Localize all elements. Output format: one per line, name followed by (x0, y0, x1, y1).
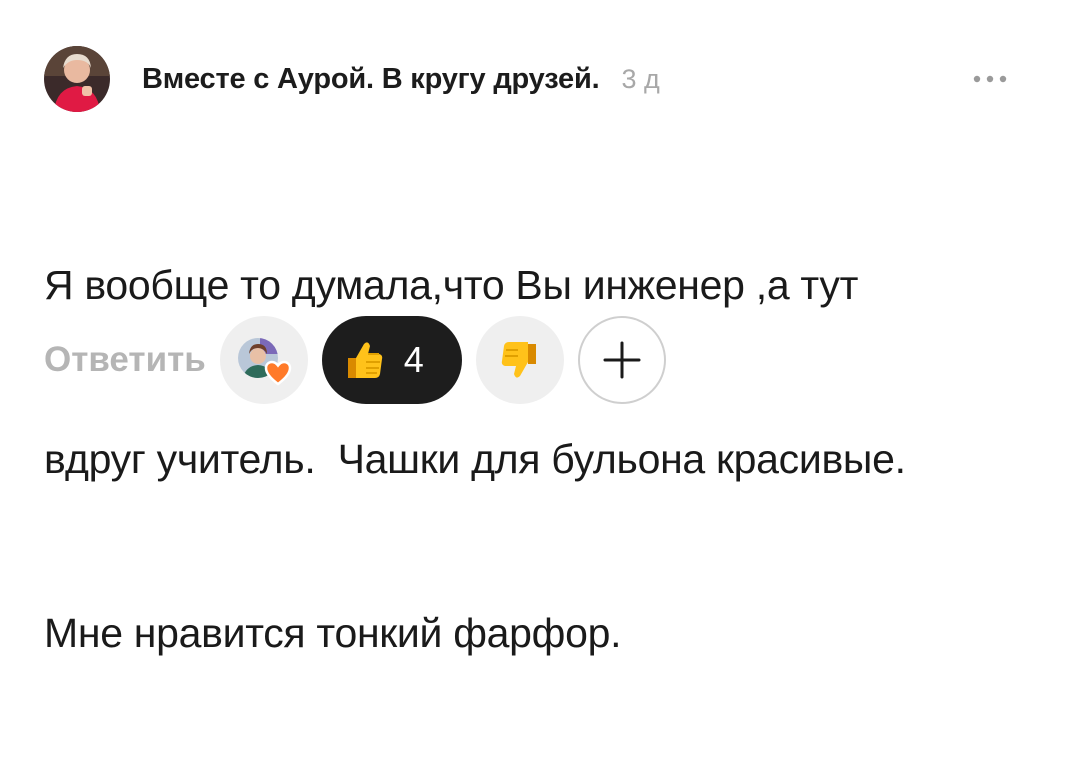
comment: Вместе с Аурой. В кругу друзей. 3 д Я во… (0, 0, 1080, 656)
plus-icon (603, 341, 641, 379)
heart-badge-icon (264, 360, 292, 386)
comment-actions: Ответить 4 (44, 316, 666, 404)
comment-header: Вместе с Аурой. В кругу друзей. 3 д (44, 46, 660, 112)
comment-text: Я вообще то думала,что Вы инженер ,а тут… (44, 140, 1044, 778)
thumbs-down-icon (501, 342, 536, 378)
reactors-avatar-button[interactable] (219, 316, 308, 404)
author-name[interactable]: Вместе с Аурой. В кругу друзей. (142, 63, 600, 96)
comment-time: 3 д (621, 63, 660, 94)
like-count: 4 (403, 339, 424, 380)
reactor-avatar (237, 338, 292, 386)
comment-text-line: вдруг учитель. Чашки для бульона красивы… (44, 436, 906, 482)
dislike-button[interactable] (475, 316, 564, 404)
thumbs-up-icon (347, 342, 382, 378)
reply-button[interactable]: Ответить (44, 340, 206, 380)
like-button[interactable]: 4 (321, 316, 462, 404)
add-reaction-button[interactable] (577, 316, 666, 404)
comment-text-line: Я вообще то думала,что Вы инженер ,а тут (44, 262, 859, 308)
author-avatar[interactable] (44, 46, 110, 112)
comment-text-line: Мне нравится тонкий фарфор. (44, 610, 622, 656)
more-dots-icon[interactable] (968, 64, 1012, 94)
